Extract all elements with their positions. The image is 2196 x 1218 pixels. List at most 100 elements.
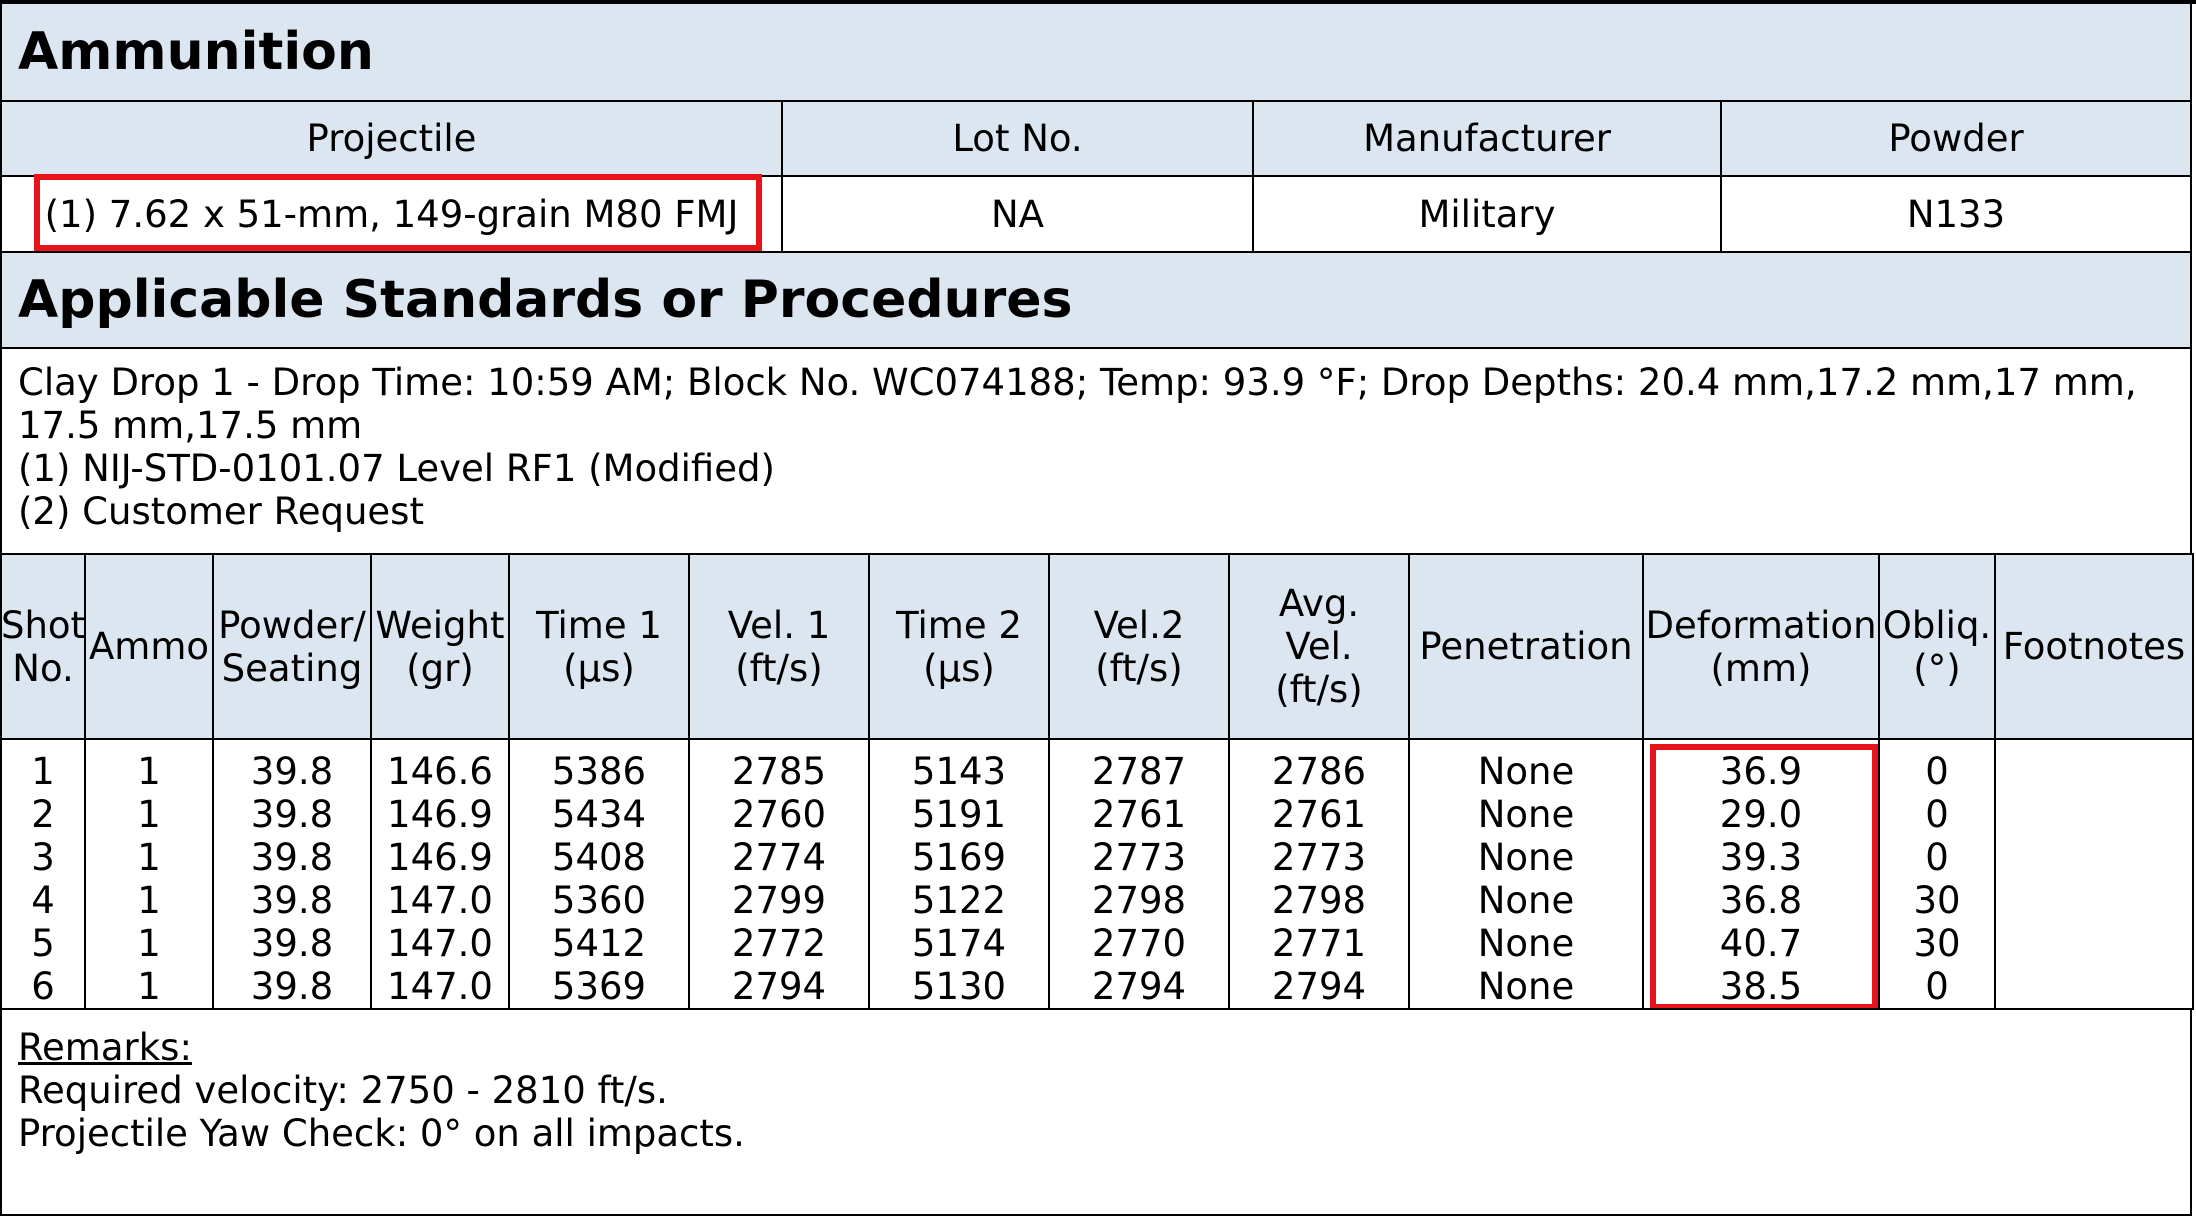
vel-1-cell: 2785 [731,750,827,793]
time-1-header: Time 1 (µs) [508,553,690,740]
vel-2-header-line: (ft/s) [1095,646,1183,690]
obliquity-header-line: Obliq. [1882,603,1992,647]
time-2-header-line: (µs) [923,646,995,690]
shot-no-header-line: Shot [0,603,86,647]
time-2-column: 5143 5191 5169 5122 5174 5130 [868,738,1050,1010]
vel-2-cell: 2770 [1091,922,1187,965]
weight-header: Weight (gr) [370,553,510,740]
avg-vel-header-line: Avg. [1278,582,1360,625]
shot-no-header-line: No. [12,646,74,690]
vel-2-cell: 2761 [1091,793,1187,836]
obliquity-column: 0 0 0 30 30 0 [1878,738,1996,1010]
powder-value: N133 [1720,175,2192,253]
remarks-title: Remarks: [18,1026,192,1069]
vel-2-header: Vel.2 (ft/s) [1048,553,1230,740]
footnotes-cell [1996,750,2192,793]
vel-1-cell: 2794 [731,965,827,1008]
manufacturer-value: Military [1252,175,1722,253]
ammo-cell: 1 [137,836,161,879]
vel-2-column: 2787 2761 2773 2798 2770 2794 [1048,738,1230,1010]
powder-seating-cell: 39.8 [250,922,334,965]
ammunition-heading: Ammunition [0,2,2192,102]
penetration-cell: None [1477,922,1575,965]
obliquity-header-line: (°) [1913,646,1961,690]
shot-no-cell: 6 [31,965,55,1008]
weight-cell: 147.0 [387,922,493,965]
penetration-header-line: Penetration [1419,625,1633,668]
vel-1-header-line: Vel. 1 [727,603,831,647]
vel-1-header-line: (ft/s) [735,646,823,690]
standards-heading: Applicable Standards or Procedures [0,251,2192,349]
obliquity-cell: 30 [1913,879,1961,922]
powder-seating-header: Powder/Seating [212,553,372,740]
footnotes-cell [1996,922,2192,965]
manufacturer-header: Manufacturer [1252,100,1722,177]
shot-no-cell: 3 [31,836,55,879]
footnotes-cell [1996,879,2192,922]
time-2-cell: 5143 [911,750,1007,793]
vel-1-cell: 2799 [731,879,827,922]
weight-header-line: Weight [375,603,505,647]
penetration-cell: None [1477,965,1575,1008]
standards-line: Clay Drop 1 - Drop Time: 10:59 AM; Block… [18,361,2137,404]
deformation-header-line: (mm) [1710,646,1812,690]
ammunition-title: Ammunition [18,22,374,82]
ammo-cell: 1 [137,965,161,1008]
powder-header: Powder [1720,100,2192,177]
footnotes-header: Footnotes [1994,553,2194,740]
avg-vel-cell: 2771 [1271,922,1367,965]
deformation-highlight-box [1650,744,1878,1010]
ammo-header: Ammo [84,553,214,740]
deformation-header: Deformation (mm) [1642,553,1880,740]
obliquity-cell: 0 [1925,793,1949,836]
projectile-header: Projectile [0,100,783,177]
weight-cell: 146.9 [387,836,493,879]
time-2-cell: 5174 [911,922,1007,965]
obliquity-cell: 0 [1925,836,1949,879]
weight-cell: 146.6 [387,750,493,793]
shot-no-column: 123456 [0,738,86,1010]
time-2-cell: 5130 [911,965,1007,1008]
footnotes-cell [1996,965,2192,1008]
avg-vel-header: Avg. Vel. (ft/s) [1228,553,1410,740]
ammo-header-line: Ammo [88,625,210,668]
lot-no-value: NA [781,175,1254,253]
avg-vel-cell: 2798 [1271,879,1367,922]
powder-seating-cell: 39.8 [250,793,334,836]
powder-seating-header-line: Powder/ [218,603,366,647]
avg-vel-cell: 2794 [1271,965,1367,1008]
vel-1-cell: 2772 [731,922,827,965]
shot-no-cell: 5 [31,922,55,965]
time-2-header-line: Time 2 [896,603,1022,647]
obliquity-cell: 0 [1925,750,1949,793]
standards-text: Clay Drop 1 - Drop Time: 10:59 AM; Block… [0,347,2192,555]
vel-2-cell: 2794 [1091,965,1187,1008]
powder-seating-cell: 39.8 [250,836,334,879]
projectile-highlight-box [34,174,762,251]
vel-1-cell: 2774 [731,836,827,879]
penetration-cell: None [1477,879,1575,922]
avg-vel-cell: 2786 [1271,750,1367,793]
obliquity-header: Obliq. (°) [1878,553,1996,740]
time-1-cell: 5360 [551,879,647,922]
footnotes-cell [1996,793,2192,836]
shot-no-cell: 4 [31,879,55,922]
weight-cell: 146.9 [387,793,493,836]
avg-vel-header-line: (ft/s) [1275,668,1363,711]
time-2-cell: 5169 [911,836,1007,879]
powder-seating-cell: 39.8 [250,879,334,922]
penetration-cell: None [1477,836,1575,879]
penetration-header: Penetration [1408,553,1644,740]
vel-1-cell: 2760 [731,793,827,836]
time-2-header: Time 2 (µs) [868,553,1050,740]
footnotes-cell [1996,836,2192,879]
time-1-cell: 5434 [551,793,647,836]
remarks-line: Required velocity: 2750 - 2810 ft/s. [18,1069,668,1112]
time-1-cell: 5412 [551,922,647,965]
time-2-cell: 5122 [911,879,1007,922]
weight-cell: 147.0 [387,965,493,1008]
vel-1-header: Vel. 1 (ft/s) [688,553,870,740]
footnotes-column [1994,738,2194,1010]
powder-seating-cell: 39.8 [250,965,334,1008]
avg-vel-header-line: Vel. [1285,625,1353,668]
